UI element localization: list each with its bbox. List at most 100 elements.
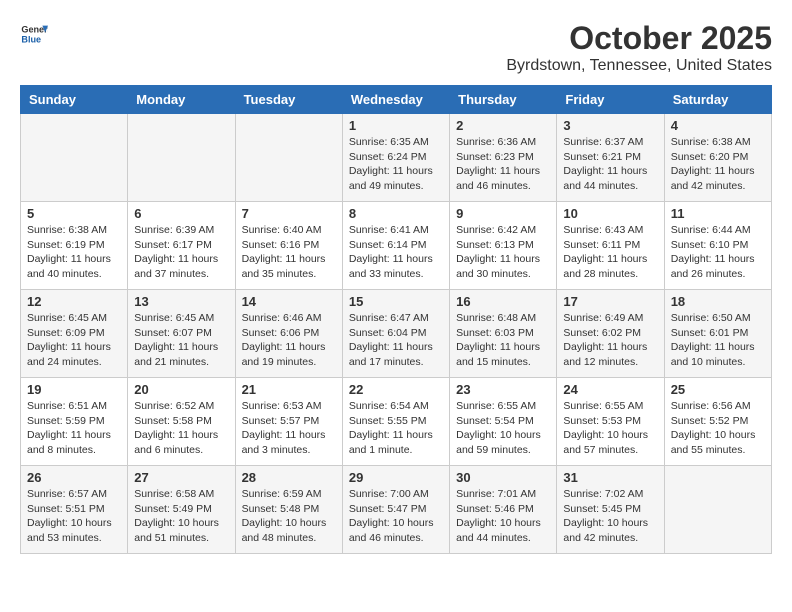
calendar-cell: 11 Sunrise: 6:44 AM Sunset: 6:10 PM Dayli… [664,202,771,290]
day-number: 31 [563,470,657,485]
day-number: 15 [349,294,443,309]
day-info: Sunrise: 6:40 AM Sunset: 6:16 PM Dayligh… [242,223,336,282]
day-number: 26 [27,470,121,485]
calendar-week-row: 19 Sunrise: 6:51 AM Sunset: 5:59 PM Dayli… [21,378,772,466]
calendar-cell: 17 Sunrise: 6:49 AM Sunset: 6:02 PM Dayli… [557,290,664,378]
svg-text:Blue: Blue [21,34,41,44]
day-number: 11 [671,206,765,221]
day-number: 29 [349,470,443,485]
day-number: 21 [242,382,336,397]
day-number: 14 [242,294,336,309]
title-area: October 2025 Byrdstown, Tennessee, Unite… [506,20,772,75]
calendar-cell: 6 Sunrise: 6:39 AM Sunset: 6:17 PM Daylig… [128,202,235,290]
calendar-week-row: 26 Sunrise: 6:57 AM Sunset: 5:51 PM Dayli… [21,466,772,554]
day-info: Sunrise: 6:44 AM Sunset: 6:10 PM Dayligh… [671,223,765,282]
day-number: 24 [563,382,657,397]
day-info: Sunrise: 6:35 AM Sunset: 6:24 PM Dayligh… [349,135,443,194]
calendar-cell: 18Sunrise: 6:50 AM Sunset: 6:01 PM Dayli… [664,290,771,378]
day-info: Sunrise: 6:38 AM Sunset: 6:20 PM Dayligh… [671,135,765,194]
day-info: Sunrise: 6:57 AM Sunset: 5:51 PM Dayligh… [27,487,121,546]
day-info: Sunrise: 6:51 AM Sunset: 5:59 PM Dayligh… [27,399,121,458]
calendar-cell: 20 Sunrise: 6:52 AM Sunset: 5:58 PM Dayli… [128,378,235,466]
day-number: 7 [242,206,336,221]
day-info: Sunrise: 6:45 AM Sunset: 6:07 PM Dayligh… [134,311,228,370]
day-number: 9 [456,206,550,221]
calendar-header-row: SundayMondayTuesdayWednesdayThursdayFrid… [21,86,772,114]
calendar-cell: 16 Sunrise: 6:48 AM Sunset: 6:03 PM Dayli… [450,290,557,378]
calendar-cell: 24 Sunrise: 6:55 AM Sunset: 5:53 PM Dayli… [557,378,664,466]
day-info: Sunrise: 6:47 AM Sunset: 6:04 PM Dayligh… [349,311,443,370]
day-info: Sunrise: 6:55 AM Sunset: 5:53 PM Dayligh… [563,399,657,458]
day-info: Sunrise: 6:41 AM Sunset: 6:14 PM Dayligh… [349,223,443,282]
day-info: Sunrise: 6:56 AM Sunset: 5:52 PM Dayligh… [671,399,765,458]
day-info: Sunrise: 6:37 AM Sunset: 6:21 PM Dayligh… [563,135,657,194]
day-info: Sunrise: 6:42 AM Sunset: 6:13 PM Dayligh… [456,223,550,282]
calendar-week-row: 5Sunrise: 6:38 AM Sunset: 6:19 PM Daylig… [21,202,772,290]
day-info: Sunrise: 6:52 AM Sunset: 5:58 PM Dayligh… [134,399,228,458]
day-info: Sunrise: 6:50 AM Sunset: 6:01 PM Dayligh… [671,311,765,370]
calendar-cell: 23 Sunrise: 6:55 AM Sunset: 5:54 PM Dayli… [450,378,557,466]
day-header-monday: Monday [128,86,235,114]
day-info: Sunrise: 6:38 AM Sunset: 6:19 PM Dayligh… [27,223,121,282]
day-info: Sunrise: 6:39 AM Sunset: 6:17 PM Dayligh… [134,223,228,282]
calendar-cell: 27 Sunrise: 6:58 AM Sunset: 5:49 PM Dayli… [128,466,235,554]
calendar-cell: 12 Sunrise: 6:45 AM Sunset: 6:09 PM Dayli… [21,290,128,378]
day-info: Sunrise: 6:45 AM Sunset: 6:09 PM Dayligh… [27,311,121,370]
calendar-cell: 1 Sunrise: 6:35 AM Sunset: 6:24 PM Daylig… [342,114,449,202]
day-number: 1 [349,118,443,133]
day-number: 12 [27,294,121,309]
calendar-cell [235,114,342,202]
day-number: 8 [349,206,443,221]
calendar-cell: 30 Sunrise: 7:01 AM Sunset: 5:46 PM Dayli… [450,466,557,554]
calendar-cell: 15 Sunrise: 6:47 AM Sunset: 6:04 PM Dayli… [342,290,449,378]
day-info: Sunrise: 6:58 AM Sunset: 5:49 PM Dayligh… [134,487,228,546]
calendar-cell: 13 Sunrise: 6:45 AM Sunset: 6:07 PM Dayli… [128,290,235,378]
location-title: Byrdstown, Tennessee, United States [506,57,772,75]
calendar-cell: 8 Sunrise: 6:41 AM Sunset: 6:14 PM Daylig… [342,202,449,290]
calendar-cell: 5Sunrise: 6:38 AM Sunset: 6:19 PM Daylig… [21,202,128,290]
calendar-cell: 29 Sunrise: 7:00 AM Sunset: 5:47 PM Dayli… [342,466,449,554]
day-header-saturday: Saturday [664,86,771,114]
calendar-cell: 2Sunrise: 6:36 AM Sunset: 6:23 PM Daylig… [450,114,557,202]
calendar-cell: 19 Sunrise: 6:51 AM Sunset: 5:59 PM Dayli… [21,378,128,466]
day-header-thursday: Thursday [450,86,557,114]
calendar-cell: 3 Sunrise: 6:37 AM Sunset: 6:21 PM Daylig… [557,114,664,202]
day-number: 16 [456,294,550,309]
day-number: 25 [671,382,765,397]
logo: General Blue [20,20,50,48]
day-info: Sunrise: 6:55 AM Sunset: 5:54 PM Dayligh… [456,399,550,458]
calendar-cell: 26 Sunrise: 6:57 AM Sunset: 5:51 PM Dayli… [21,466,128,554]
day-info: Sunrise: 7:02 AM Sunset: 5:45 PM Dayligh… [563,487,657,546]
day-number: 27 [134,470,228,485]
day-number: 6 [134,206,228,221]
day-info: Sunrise: 6:49 AM Sunset: 6:02 PM Dayligh… [563,311,657,370]
day-number: 17 [563,294,657,309]
calendar-cell [128,114,235,202]
day-number: 13 [134,294,228,309]
logo-icon: General Blue [20,20,48,48]
day-info: Sunrise: 7:01 AM Sunset: 5:46 PM Dayligh… [456,487,550,546]
day-number: 20 [134,382,228,397]
day-header-tuesday: Tuesday [235,86,342,114]
calendar-cell: 14Sunrise: 6:46 AM Sunset: 6:06 PM Dayli… [235,290,342,378]
day-info: Sunrise: 6:53 AM Sunset: 5:57 PM Dayligh… [242,399,336,458]
day-number: 4 [671,118,765,133]
calendar-week-row: 12 Sunrise: 6:45 AM Sunset: 6:09 PM Dayli… [21,290,772,378]
calendar-table: SundayMondayTuesdayWednesdayThursdayFrid… [20,85,772,554]
day-info: Sunrise: 7:00 AM Sunset: 5:47 PM Dayligh… [349,487,443,546]
day-number: 3 [563,118,657,133]
day-number: 19 [27,382,121,397]
calendar-cell: 31 Sunrise: 7:02 AM Sunset: 5:45 PM Dayli… [557,466,664,554]
month-title: October 2025 [506,20,772,57]
calendar-cell: 22Sunrise: 6:54 AM Sunset: 5:55 PM Dayli… [342,378,449,466]
day-header-friday: Friday [557,86,664,114]
calendar-cell: 28Sunrise: 6:59 AM Sunset: 5:48 PM Dayli… [235,466,342,554]
day-number: 23 [456,382,550,397]
day-number: 30 [456,470,550,485]
calendar-cell [664,466,771,554]
page-header: General Blue October 2025 Byrdstown, Ten… [20,20,772,75]
day-info: Sunrise: 6:43 AM Sunset: 6:11 PM Dayligh… [563,223,657,282]
day-info: Sunrise: 6:48 AM Sunset: 6:03 PM Dayligh… [456,311,550,370]
day-number: 22 [349,382,443,397]
calendar-cell: 9 Sunrise: 6:42 AM Sunset: 6:13 PM Daylig… [450,202,557,290]
